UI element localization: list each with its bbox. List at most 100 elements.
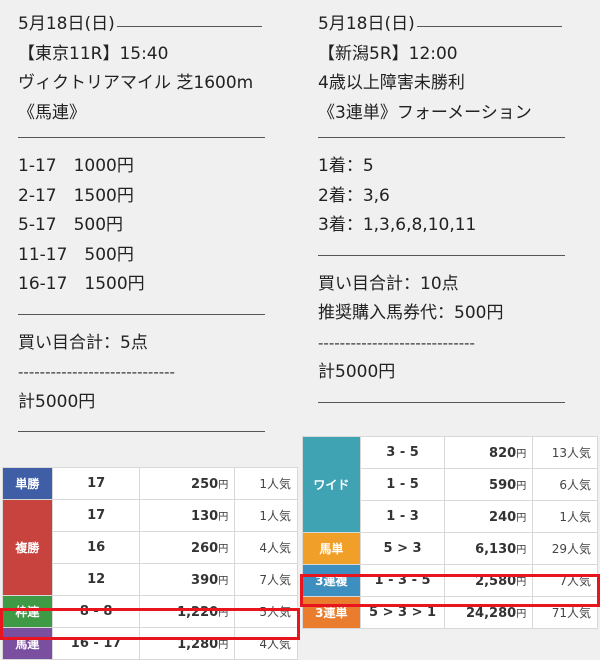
bet-line: 3着：1,3,6,8,10,11 — [318, 215, 477, 235]
race-venue-time: 【新潟5R】12:00 — [318, 43, 458, 64]
payout-cell: 130円 — [139, 499, 236, 532]
date-rule — [116, 25, 262, 27]
race-date-row: 5月18日(日) — [318, 10, 580, 40]
horse-number: 17 — [51, 499, 141, 532]
total-points: 買い目合計：5点 — [18, 332, 148, 353]
payout-cell: 6,130円 — [444, 532, 534, 565]
payout-amount: 6,130 — [475, 541, 517, 557]
payout-cell: 2,580円 — [444, 564, 534, 597]
bet-line: 1着：5 — [318, 156, 374, 176]
payout-amount: 260 — [191, 540, 219, 556]
yen-unit: 円 — [218, 479, 229, 491]
bet-line: 16-17 1500円 — [18, 274, 145, 294]
yen-unit: 円 — [516, 480, 527, 492]
divider — [318, 401, 565, 403]
divider — [18, 137, 265, 138]
bet-type-cell: 複勝 — [2, 499, 53, 596]
bet-type-cell: ワイド — [302, 436, 361, 533]
recommended-amount: 推奨購入馬券代：500円 — [318, 303, 504, 323]
tokyo-payout-table: 単勝 17 250円 1人気 複勝 17 130円 1人気 16 260円 4人… — [2, 467, 298, 660]
payout-row: 馬連 16 - 17 1,280円 4人気 — [2, 627, 298, 660]
horse-number: 1 - 3 - 5 — [359, 564, 446, 597]
popularity: 7人気 — [234, 563, 298, 596]
payout-amount: 24,280 — [466, 605, 517, 621]
bet-line: 1-17 1000円 — [18, 156, 134, 176]
divider — [318, 137, 565, 138]
popularity: 13人気 — [532, 436, 598, 469]
race-venue-time: 【東京11R】15:40 — [18, 43, 169, 64]
niigata-payout-table: ワイド 3 - 5 820円 13人気 1 - 5 590円 6人気 1 - 3… — [302, 436, 598, 629]
horse-number: 12 — [51, 563, 141, 596]
popularity: 29人気 — [532, 532, 598, 565]
divider — [18, 431, 265, 432]
bet-line: 5-17 500円 — [18, 215, 124, 235]
yen-unit: 円 — [218, 639, 229, 651]
popularity: 4人気 — [234, 531, 298, 564]
yen-unit: 円 — [516, 448, 527, 460]
bet-type-cell: 馬単 — [302, 532, 361, 565]
payout-row: 単勝 17 250円 1人気 — [2, 467, 298, 500]
bet-type-cell: 枠連 — [2, 595, 53, 628]
niigata-race-column: 5月18日(日) 【新潟5R】12:00 4歳以上障害未勝利 《3連単》フォーメ… — [318, 10, 580, 417]
payout-amount: 390 — [191, 572, 219, 588]
yen-unit: 円 — [516, 576, 527, 588]
payout-amount: 820 — [489, 445, 517, 461]
yen-unit: 円 — [516, 608, 527, 620]
payout-row: 3連複 1 - 3 - 5 2,580円 7人気 — [302, 564, 598, 597]
horse-number: 1 - 5 — [359, 468, 446, 501]
bet-line: 2-17 1500円 — [18, 185, 134, 206]
total-amount: 計5000円 — [18, 391, 96, 412]
payout-amount: 2,580 — [475, 573, 517, 589]
race-date: 5月18日(日) — [318, 14, 415, 34]
popularity: 5人気 — [234, 595, 298, 628]
yen-unit: 円 — [218, 543, 229, 555]
popularity: 6人気 — [532, 468, 598, 501]
payout-row: 枠連 8 - 8 1,220円 5人気 — [2, 595, 298, 628]
divider — [318, 254, 565, 256]
payout-cell: 240円 — [444, 500, 534, 533]
race-name: 4歳以上障害未勝利 — [318, 73, 465, 93]
payout-cell: 820円 — [444, 436, 534, 469]
popularity: 1人気 — [234, 499, 298, 532]
horse-number: 8 - 8 — [51, 595, 141, 628]
race-name: ヴィクトリアマイル 芝1600m — [18, 73, 254, 93]
popularity: 4人気 — [234, 627, 298, 660]
yen-unit: 円 — [218, 607, 229, 619]
date-rule — [416, 25, 562, 27]
race-date-row: 5月18日(日) — [18, 10, 278, 40]
payout-amount: 590 — [489, 477, 517, 493]
payout-amount: 1,220 — [177, 604, 219, 620]
payout-row: 複勝 17 130円 1人気 — [2, 499, 298, 596]
payout-cell: 1,280円 — [139, 627, 236, 660]
horse-number: 3 - 5 — [359, 436, 446, 469]
payout-cell: 390円 — [139, 563, 236, 596]
popularity: 7人気 — [532, 564, 598, 597]
dash-divider: ----------------------------- — [18, 363, 175, 381]
horse-number: 5 > 3 — [359, 532, 446, 565]
payout-row: ワイド 3 - 5 820円 13人気 — [302, 436, 598, 533]
payout-amount: 1,280 — [177, 636, 219, 652]
popularity: 1人気 — [234, 467, 298, 500]
bet-type: 《3連単》フォーメーション — [318, 102, 532, 123]
yen-unit: 円 — [218, 511, 229, 523]
payout-row: 馬単 5 > 3 6,130円 29人気 — [302, 532, 598, 565]
bet-type-cell: 3連単 — [302, 596, 361, 629]
payout-row: 3連単 5 > 3 > 1 24,280円 71人気 — [302, 596, 598, 629]
horse-number: 17 — [51, 467, 141, 500]
popularity: 1人気 — [532, 500, 598, 533]
payout-amount: 130 — [191, 508, 219, 524]
tokyo-race-column: 5月18日(日) 【東京11R】15:40 ヴィクトリアマイル 芝1600m 《… — [18, 10, 278, 446]
total-points: 買い目合計：10点 — [318, 273, 459, 294]
race-date: 5月18日(日) — [18, 14, 115, 34]
yen-unit: 円 — [516, 544, 527, 556]
payout-cell: 590円 — [444, 468, 534, 501]
payout-cell: 24,280円 — [444, 596, 534, 629]
bet-type-cell: 馬連 — [2, 627, 53, 660]
horse-number: 16 - 17 — [51, 627, 141, 660]
popularity: 71人気 — [532, 596, 598, 629]
horse-number: 5 > 3 > 1 — [359, 596, 446, 629]
divider — [18, 313, 265, 315]
horse-number: 1 - 3 — [359, 500, 446, 533]
yen-unit: 円 — [516, 512, 527, 524]
bet-line: 11-17 500円 — [18, 244, 134, 265]
